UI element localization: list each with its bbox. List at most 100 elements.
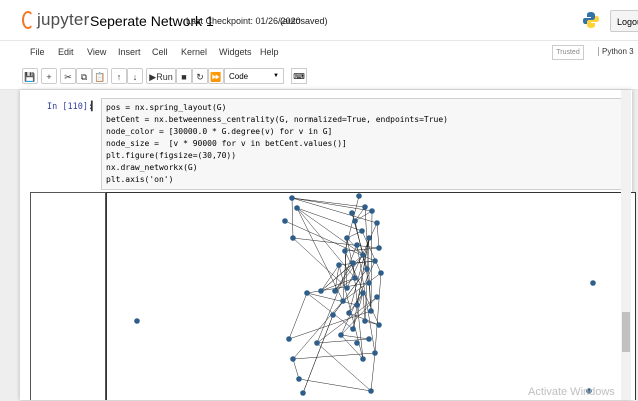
- scrollbar-thumb[interactable]: [622, 312, 630, 352]
- jupyter-logo[interactable]: jupyter: [22, 9, 92, 31]
- code-line: plt.axis('on'): [106, 175, 174, 184]
- graph-node: [290, 235, 296, 241]
- graph-node: [350, 326, 356, 332]
- graph-node: [300, 390, 306, 396]
- graph-node: [352, 218, 358, 224]
- code-line: betCent = nx.betweenness_centrality(G, n…: [106, 115, 448, 124]
- graph-node: [282, 218, 288, 224]
- graph-node: [349, 210, 355, 216]
- graph-node: [336, 262, 342, 268]
- jupyter-logo-icon: [22, 11, 34, 29]
- restart-button[interactable]: ↻: [192, 68, 208, 84]
- graph-node: [372, 350, 378, 356]
- graph-node: [359, 228, 365, 234]
- graph-edge: [340, 334, 370, 340]
- cell-output: [30, 192, 636, 400]
- cell-type-select[interactable]: Code ▼: [224, 68, 284, 84]
- menu-edit[interactable]: Edit: [58, 47, 74, 57]
- graph-edge: [370, 210, 373, 312]
- graph-node: [289, 195, 295, 201]
- page-scrollbar[interactable]: [621, 90, 631, 400]
- graph-node: [590, 280, 596, 286]
- graph-node: [304, 290, 310, 296]
- graph-node: [286, 336, 292, 342]
- menu-view[interactable]: View: [87, 47, 106, 57]
- network-plot-axes: [106, 192, 636, 400]
- graph-node: [338, 332, 344, 338]
- graph-node: [378, 270, 384, 276]
- graph-node: [318, 288, 324, 294]
- autosave-status: (autosaved): [280, 16, 328, 26]
- move-up-button[interactable]: ↑: [111, 68, 127, 84]
- code-line: nx.draw_networkx(G): [106, 163, 198, 172]
- code-cell[interactable]: In [110]: ▎ pos = nx.spring_layout(G) be…: [25, 96, 627, 191]
- menu-insert[interactable]: Insert: [118, 47, 141, 57]
- arrow-up-icon: ↑: [116, 72, 122, 82]
- cell-run-indicator-icon: ▎: [91, 101, 98, 111]
- graph-edge: [298, 378, 372, 392]
- chevron-down-icon: ▼: [273, 73, 279, 79]
- graph-edge: [362, 292, 366, 322]
- menu-widgets[interactable]: Widgets: [219, 47, 252, 57]
- cut-button[interactable]: ✂: [60, 68, 76, 84]
- graph-edge: [376, 222, 380, 249]
- notebook-header: jupyter Seperate Network 1 Last Checkpoi…: [0, 0, 638, 40]
- graph-node: [350, 260, 356, 266]
- menu-bar: File Edit View Insert Cell Kernel Widget…: [0, 40, 638, 63]
- graph-edge: [291, 197, 366, 208]
- run-label: Run: [156, 72, 173, 82]
- graph-node: [364, 266, 370, 272]
- graph-node: [344, 235, 350, 241]
- plus-icon: +: [46, 72, 52, 82]
- run-button[interactable]: ▶​Run: [146, 68, 176, 84]
- code-line: node_color = [30000.0 * G.degree(v) for …: [106, 127, 333, 136]
- graph-node: [366, 280, 372, 286]
- graph-edge: [288, 292, 308, 340]
- save-button[interactable]: 💾: [22, 68, 38, 84]
- code-line: pos = nx.spring_layout(G): [106, 103, 227, 112]
- graph-node: [296, 376, 302, 382]
- logout-button[interactable]: Logout: [610, 10, 638, 32]
- graph-node: [360, 290, 366, 296]
- save-icon: 💾: [24, 72, 36, 82]
- restart-run-all-button[interactable]: ⏩: [208, 68, 224, 84]
- graph-node: [368, 308, 374, 314]
- copy-icon: ⧉: [80, 72, 88, 82]
- interrupt-button[interactable]: ■: [176, 68, 192, 84]
- graph-node: [369, 208, 375, 214]
- graph-node: [354, 302, 360, 308]
- fast-forward-icon: ⏩: [210, 72, 222, 82]
- graph-edge: [354, 210, 373, 222]
- graph-node: [362, 318, 368, 324]
- graph-edge: [334, 254, 364, 292]
- code-line: node_size = [v * 90000 for v in betCent.…: [106, 139, 347, 148]
- activate-windows-watermark: Activate Windows: [528, 386, 615, 398]
- graph-edge: [291, 197, 373, 212]
- paste-button[interactable]: 📋: [92, 68, 108, 84]
- graph-node: [376, 245, 382, 251]
- insert-cell-button[interactable]: +: [41, 68, 57, 84]
- copy-button[interactable]: ⧉: [76, 68, 92, 84]
- graph-node: [346, 310, 352, 316]
- stop-icon: ■: [181, 72, 187, 82]
- cell-type-value: Code: [229, 72, 249, 81]
- graph-edge: [292, 358, 300, 380]
- menu-cell[interactable]: Cell: [152, 47, 168, 57]
- code-editor[interactable]: pos = nx.spring_layout(G) betCent = nx.b…: [101, 98, 627, 190]
- menu-kernel[interactable]: Kernel: [181, 47, 207, 57]
- move-down-button[interactable]: ↓: [127, 68, 143, 84]
- graph-edge: [302, 314, 334, 394]
- graph-node: [344, 285, 350, 291]
- menu-help[interactable]: Help: [260, 47, 279, 57]
- command-palette-button[interactable]: ⌨: [291, 68, 307, 84]
- graph-node: [374, 294, 380, 300]
- graph-node: [290, 356, 296, 362]
- trusted-indicator[interactable]: Trusted: [552, 45, 584, 60]
- keyboard-icon: ⌨: [293, 72, 305, 81]
- jupyter-brand-text: jupyter: [37, 10, 90, 29]
- graph-node: [332, 288, 338, 294]
- graph-node: [372, 258, 378, 264]
- menu-file[interactable]: File: [30, 47, 45, 57]
- graph-edge: [288, 310, 372, 340]
- graph-node: [134, 318, 140, 324]
